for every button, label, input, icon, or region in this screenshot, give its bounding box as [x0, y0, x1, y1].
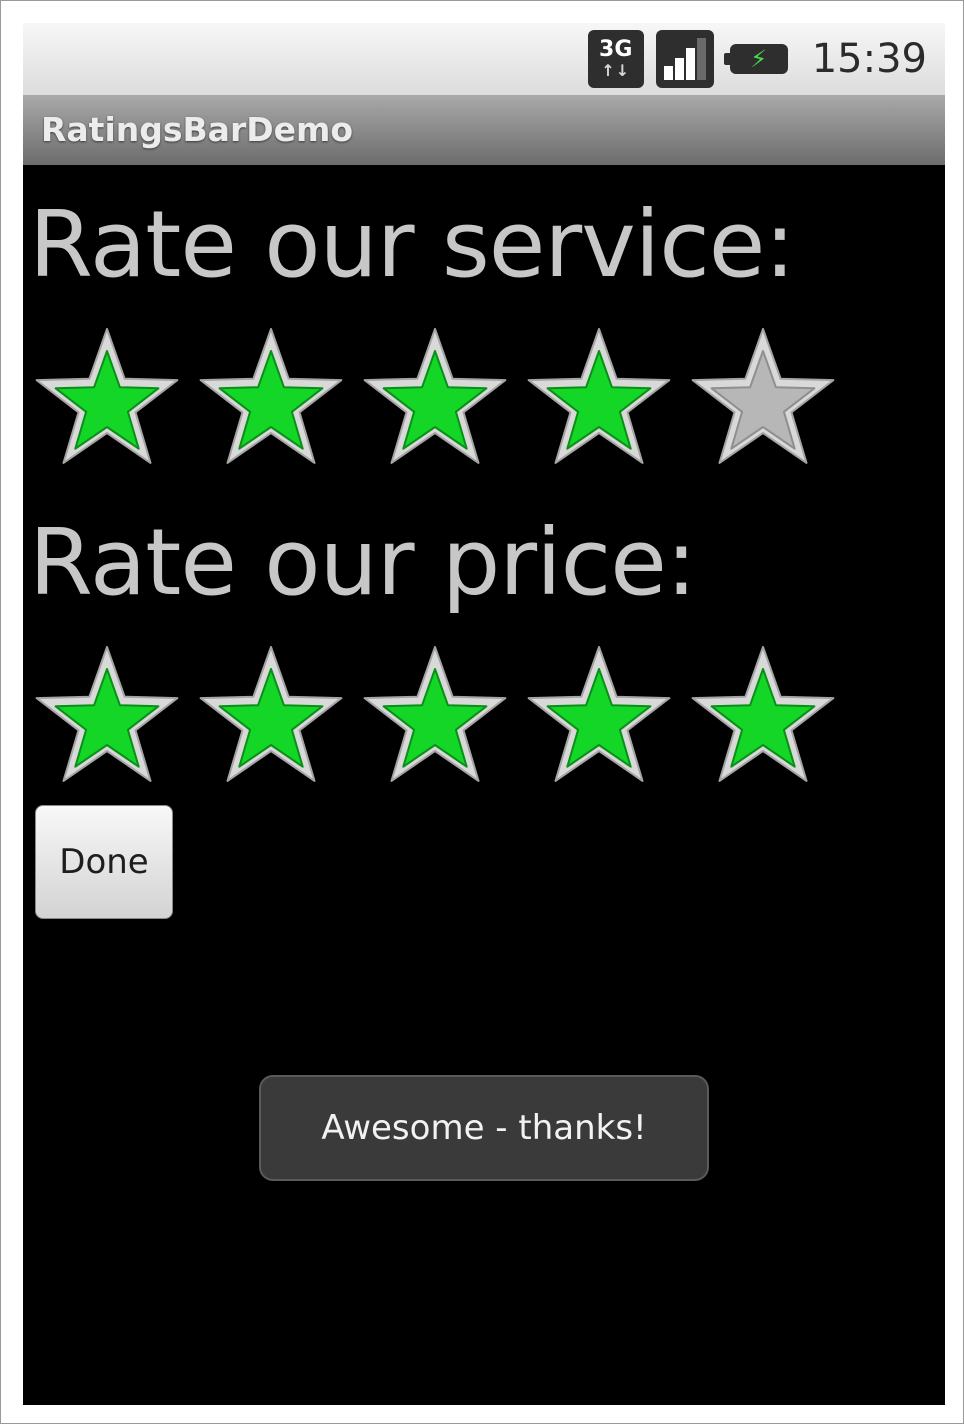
price-rating-bar[interactable]	[33, 641, 853, 789]
service-star-1-filled-icon[interactable]	[33, 323, 181, 471]
price-star-5-filled-icon[interactable]	[689, 641, 837, 789]
price-star-4-filled-icon[interactable]	[525, 641, 673, 789]
done-button[interactable]: Done	[35, 805, 173, 919]
app-title: RatingsBarDemo	[41, 110, 354, 149]
price-star-3-filled-icon[interactable]	[361, 641, 509, 789]
phone-screen: 3G ↑↓ ⚡ 15:39 RatingsBarDemo Rate our se…	[23, 23, 945, 1405]
signal-bar	[696, 38, 706, 80]
service-rating-bar[interactable]	[33, 323, 853, 471]
price-rating-label: Rate our price:	[29, 509, 697, 616]
status-clock: 15:39	[811, 36, 927, 82]
network-arrows-text: ↑↓	[601, 61, 631, 80]
price-star-1-filled-icon[interactable]	[33, 641, 181, 789]
app-title-bar: RatingsBarDemo	[23, 95, 945, 165]
signal-strength-icon	[655, 30, 714, 88]
battery-charging-icon: ⚡	[723, 44, 788, 74]
signal-bar	[663, 66, 673, 80]
price-star-2-filled-icon[interactable]	[197, 641, 345, 789]
service-star-4-filled-icon[interactable]	[525, 323, 673, 471]
charging-bolt-icon: ⚡	[750, 45, 768, 73]
status-bar: 3G ↑↓ ⚡ 15:39	[23, 23, 945, 95]
service-star-3-filled-icon[interactable]	[361, 323, 509, 471]
service-star-5-empty-icon[interactable]	[689, 323, 837, 471]
network-type-text: 3G	[599, 37, 633, 62]
status-icons: 3G ↑↓ ⚡ 15:39	[587, 27, 927, 91]
network-3g-icon: 3G ↑↓	[587, 30, 644, 88]
toast-message: Awesome - thanks!	[259, 1075, 709, 1181]
signal-bar	[674, 58, 684, 80]
signal-bar	[685, 48, 695, 80]
device-frame: 3G ↑↓ ⚡ 15:39 RatingsBarDemo Rate our se…	[0, 0, 964, 1424]
service-rating-label: Rate our service:	[29, 191, 795, 298]
service-star-2-filled-icon[interactable]	[197, 323, 345, 471]
